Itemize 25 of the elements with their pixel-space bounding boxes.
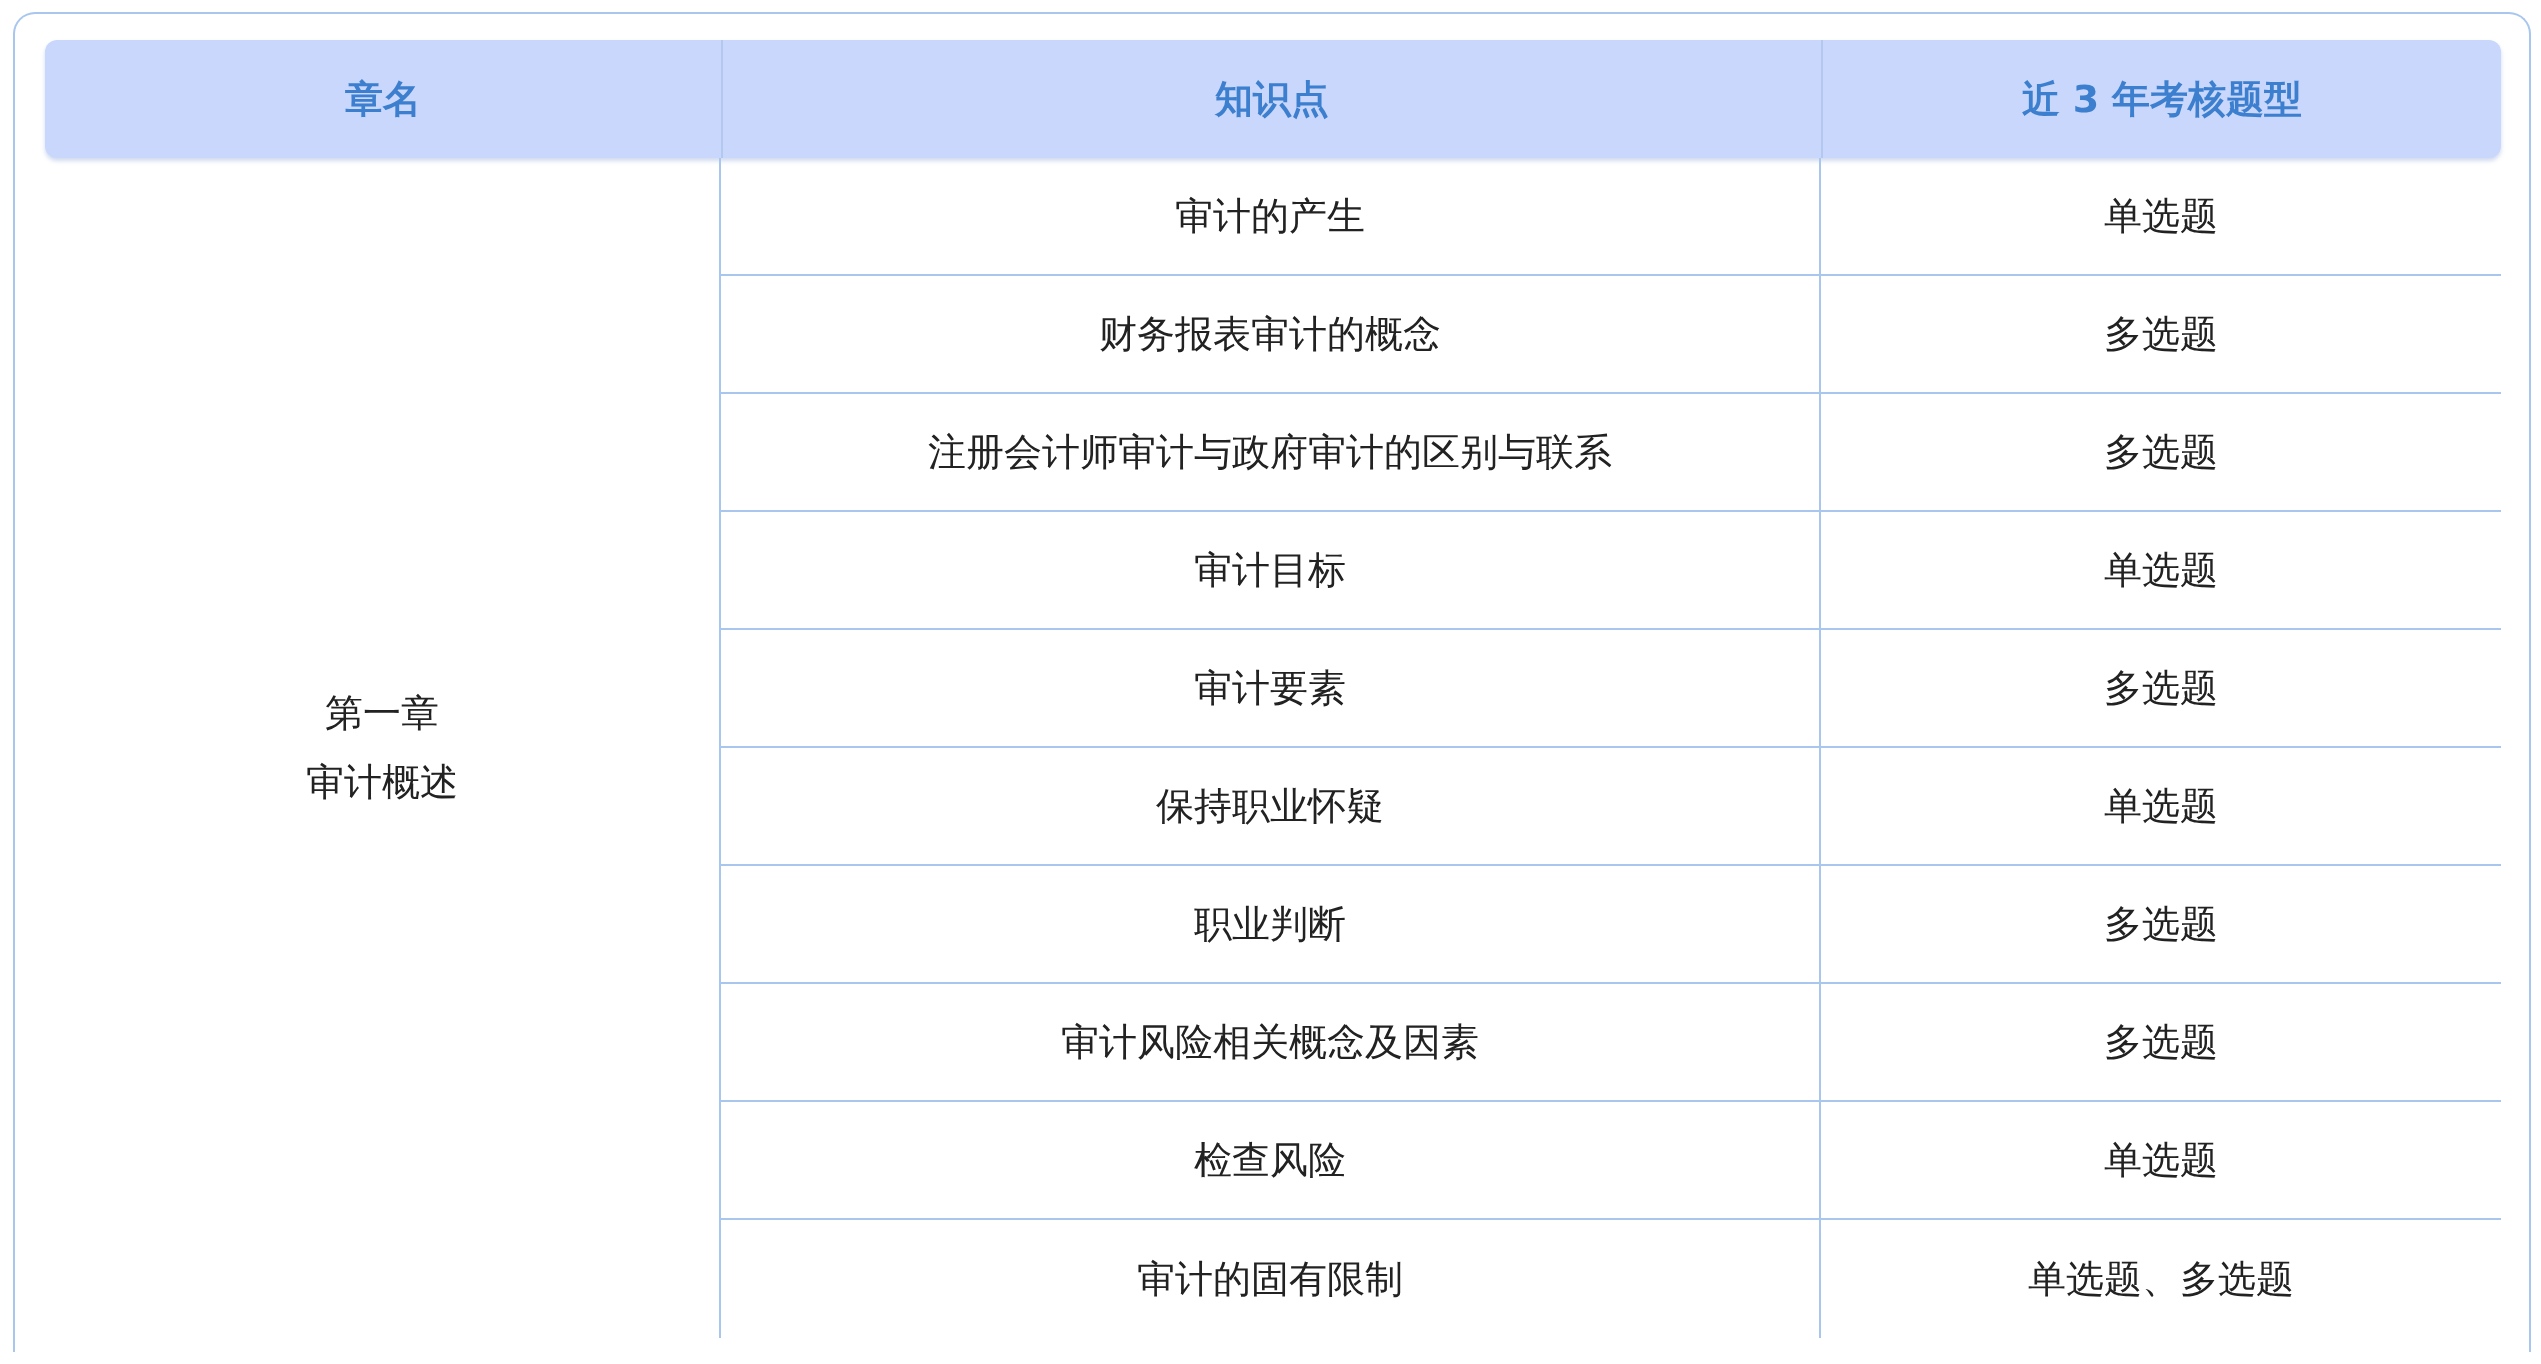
column-header: 近 3 年考核题型 [2021,75,2303,123]
question-type-cell-text: 单选题、多选题 [2028,1255,2294,1303]
question-type-cell-text: 多选题 [2104,310,2218,358]
topic-cell-text: 审计的固有限制 [1137,1255,1403,1303]
topic-cell-text: 财务报表审计的概念 [1099,310,1441,358]
topic-cell-text: 审计的产生 [1175,192,1365,240]
chapter-title: 审计概述 [306,759,458,806]
question-type-cell-text: 单选题 [2104,782,2218,830]
column-header: 知识点 [1215,75,1329,123]
topic-cell-text: 注册会计师审计与政府审计的区别与联系 [928,428,1612,476]
chapter-number: 第一章 [325,690,439,737]
question-type-cell-text: 多选题 [2104,900,2218,948]
question-type-cell-text: 单选题 [2104,192,2218,240]
question-type-cell-text: 单选题 [2104,546,2218,594]
topic-cell-text: 审计风险相关概念及因素 [1061,1018,1479,1066]
question-type-cell-text: 单选题 [2104,1136,2218,1184]
topic-cell-text: 保持职业怀疑 [1156,782,1384,830]
question-type-cell-text: 多选题 [2104,664,2218,712]
topic-cell-text: 审计目标 [1194,546,1346,594]
topic-cell-text: 检查风险 [1194,1136,1346,1184]
topic-cell-text: 审计要素 [1194,664,1346,712]
column-header: 章名 [345,75,421,123]
question-type-cell-text: 多选题 [2104,1018,2218,1066]
question-type-cell-text: 多选题 [2104,428,2218,476]
topic-cell-text: 职业判断 [1194,900,1346,948]
